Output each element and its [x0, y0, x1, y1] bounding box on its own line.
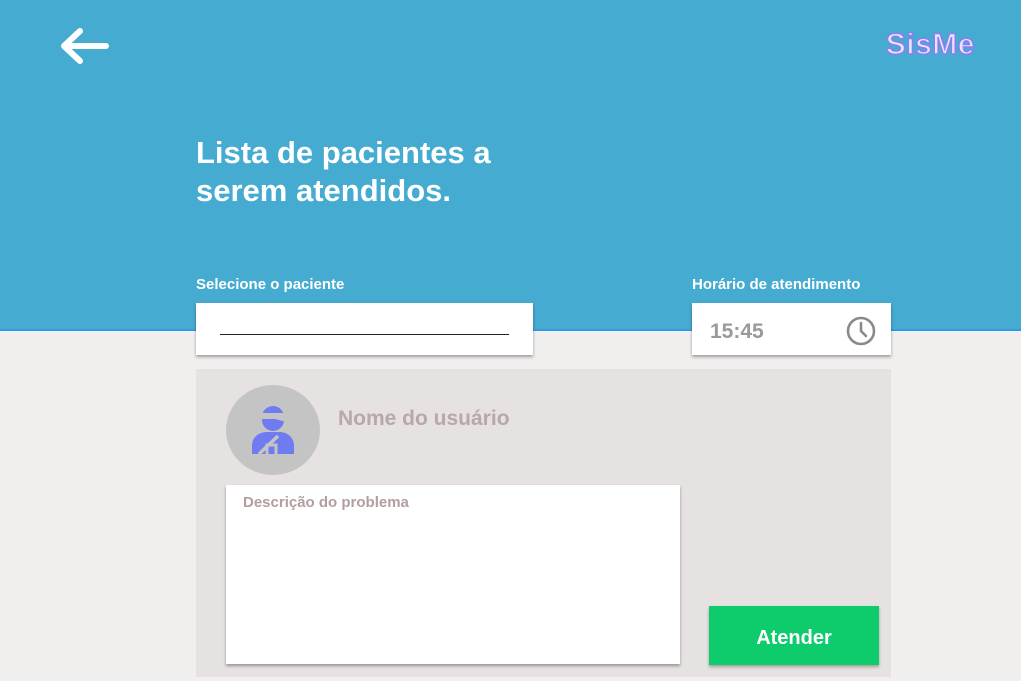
- avatar: [226, 385, 320, 475]
- patient-select-label: Selecione o paciente: [196, 276, 345, 293]
- time-value: 15:45: [710, 320, 764, 343]
- page-title: Lista de pacientes a serem atendidos.: [196, 135, 491, 208]
- back-button[interactable]: [56, 26, 110, 66]
- patient-select[interactable]: [196, 303, 533, 355]
- arrow-left-icon: [61, 28, 109, 64]
- user-name: Nome do usuário: [338, 407, 510, 430]
- patient-select-underline: [220, 334, 509, 335]
- description-box[interactable]: [226, 485, 680, 664]
- header-bar: SisMe Lista de pacientes a serem atendid…: [0, 0, 1021, 331]
- time-field-label: Horário de atendimento: [692, 276, 861, 293]
- time-field[interactable]: 15:45: [692, 303, 891, 355]
- clock-icon[interactable]: [845, 315, 877, 347]
- description-input[interactable]: [226, 485, 680, 664]
- brand-logo: SisMe: [885, 27, 975, 62]
- patient-card: Nome do usuário Atender: [196, 369, 891, 677]
- injured-person-icon: [252, 406, 294, 456]
- attend-button[interactable]: Atender: [709, 606, 879, 665]
